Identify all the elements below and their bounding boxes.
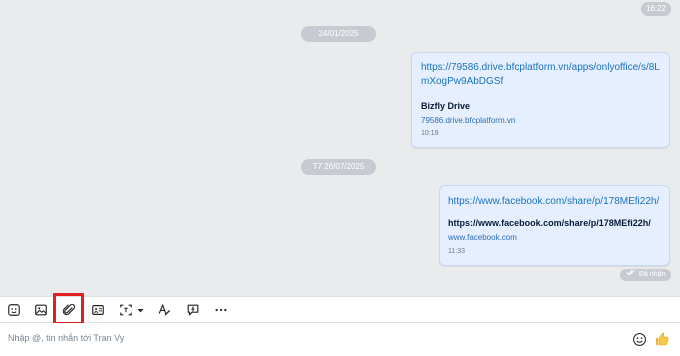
top-time-chip: 16:22	[641, 2, 671, 16]
link-preview-domain[interactable]: www.facebook.com	[448, 233, 661, 242]
message-time: 11:33	[448, 248, 465, 255]
link-preview-title: Bizfly Drive	[421, 101, 471, 111]
chat-area: 16:22 24/01/2025 https://79586.drive.bfc…	[0, 0, 680, 296]
message-composer: Nhập @, tin nhắn tới Tran Vy	[0, 323, 680, 356]
screenshot-icon[interactable]	[118, 302, 134, 318]
message-link[interactable]: https://79586.drive.bfcplatform.vn/apps/…	[421, 61, 660, 89]
date-divider: T7 26/07/2025	[301, 159, 376, 175]
delivery-status-chip: Đã nhận	[620, 269, 672, 281]
message-time: 10:19	[421, 130, 439, 137]
composer-toolbar	[0, 296, 680, 323]
date-divider: 24/01/2025	[301, 26, 376, 42]
chevron-down-icon[interactable]	[134, 302, 146, 318]
delivery-status-text: Đã nhận	[639, 271, 666, 278]
quick-message-icon[interactable]	[185, 302, 201, 318]
emoji-icon[interactable]	[631, 331, 647, 347]
text-format-icon[interactable]	[156, 302, 172, 318]
thumbs-up-icon[interactable]	[654, 331, 670, 347]
more-icon[interactable]	[213, 302, 229, 318]
message-bubble[interactable]: https://79586.drive.bfcplatform.vn/apps/…	[411, 52, 670, 148]
double-check-icon	[626, 269, 636, 281]
contact-card-icon[interactable]	[90, 302, 106, 318]
message-input[interactable]: Nhập @, tin nhắn tới Tran Vy	[8, 333, 124, 343]
sticker-icon[interactable]	[6, 302, 22, 318]
link-preview-title: https://www.facebook.com/share/p/178MEfi…	[448, 218, 651, 228]
attachment-highlight-box	[53, 293, 84, 325]
message-link[interactable]: https://www.facebook.com/share/p/178MEfi…	[448, 195, 661, 209]
image-icon[interactable]	[33, 302, 49, 318]
message-bubble[interactable]: https://www.facebook.com/share/p/178MEfi…	[439, 185, 670, 266]
link-preview-domain[interactable]: 79586.drive.bfcplatform.vn	[421, 116, 660, 125]
